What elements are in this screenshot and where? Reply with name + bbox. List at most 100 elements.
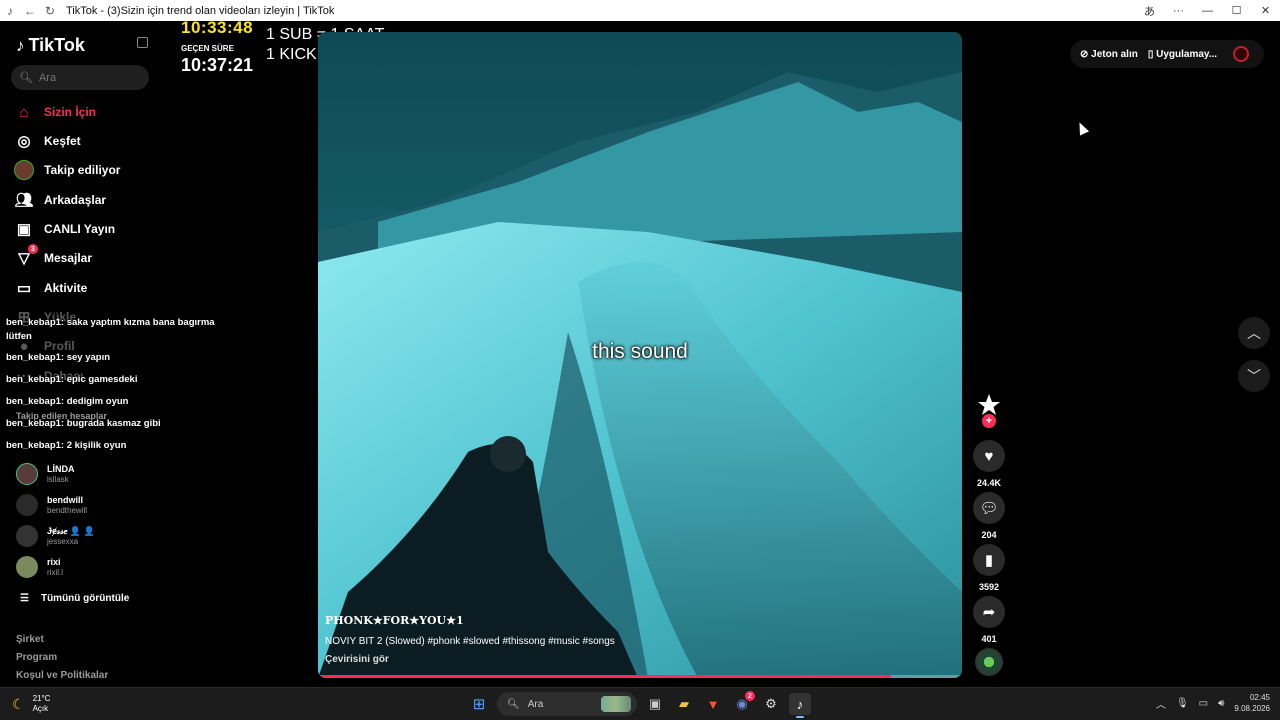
tiktok-note-icon: ♪ — [16, 35, 25, 55]
weather-widget[interactable]: ☾ 21°C Açık — [12, 694, 50, 714]
translate-icon[interactable]: あ — [1135, 3, 1164, 19]
more-icon[interactable]: ··· — [1164, 5, 1193, 17]
see-all-button[interactable]: ☰ Tümünü görüntüle — [20, 593, 129, 604]
account-item[interactable]: Ɉɇ𝓈𝓈𝑒 👤 👤 jessexxa — [16, 525, 95, 547]
share-icon[interactable]: ➦ — [973, 596, 1005, 628]
start-button[interactable]: ⊞ — [468, 693, 490, 715]
chevron-up-icon: ︿ — [1247, 325, 1261, 341]
chat-message: ben_kebap1: epic gamesdeki — [6, 374, 138, 385]
screen: { "browser": { "title": "TikTok - (3)Siz… — [0, 0, 1280, 720]
system-tray: ︿ 🎙︎ ▭ 🔊︎ 02:45 9.08.2026 — [1156, 692, 1270, 714]
avatar — [16, 525, 38, 547]
elapsed-label: GEÇEN SÜRE — [181, 44, 234, 53]
search-bar[interactable]: 🔍︎ — [11, 65, 149, 90]
discord-icon[interactable]: ◉ 2 — [731, 691, 755, 715]
like-count: 24.4K — [976, 478, 1002, 488]
music-disc-icon[interactable] — [975, 648, 1003, 676]
video-caption: this sound — [592, 340, 688, 363]
next-video-button[interactable]: ﹀ — [1238, 360, 1270, 392]
get-coins-button[interactable]: ⊘ Jeton alın — [1080, 49, 1138, 60]
nav-label: CANLI Yayın — [44, 222, 116, 236]
brave-browser-icon[interactable]: ▼ — [702, 693, 724, 715]
account-name: Ɉɇ𝓈𝓈𝑒 👤 👤 — [47, 525, 95, 536]
translate-link[interactable]: Çevirisini gör — [325, 654, 389, 665]
progress-fill — [318, 675, 892, 678]
following-avatar — [14, 160, 34, 180]
share-count: 401 — [981, 634, 997, 644]
nav-label: Profil — [44, 339, 75, 353]
nav-following[interactable]: Takip ediliyor — [14, 158, 120, 182]
nav-for-you[interactable]: ⌂ Sizin İçin — [14, 100, 96, 124]
account-item[interactable]: LİNDA lsllask — [16, 463, 75, 485]
coin-icon: ⊘ — [1080, 48, 1092, 60]
list-icon: ☰ — [20, 593, 29, 604]
share-action[interactable]: ➦ 401 — [972, 596, 1006, 644]
account-handle: bendthewill — [47, 505, 88, 515]
nav-messages[interactable]: ▽ 3 Mesajlar — [14, 244, 93, 270]
avatar — [16, 494, 38, 516]
nav-label: Keşfet — [44, 134, 81, 148]
video-progress[interactable] — [318, 675, 962, 678]
footer-terms[interactable]: Koşul ve Politikalar — [16, 670, 108, 681]
phone-icon: ▯ — [1147, 48, 1157, 60]
video-author[interactable]: PHONK★FOR★YOU★1 — [325, 614, 464, 627]
nav-label: Sizin İçin — [44, 105, 97, 119]
taskbar-search[interactable]: 🔍︎ Ara — [497, 692, 637, 716]
clock[interactable]: 02:45 9.08.2026 — [1234, 692, 1270, 714]
steam-icon[interactable]: ⚙ — [760, 693, 782, 715]
account-name: rixi — [47, 556, 61, 567]
account-item[interactable]: rixi rixil.l — [16, 556, 63, 578]
search-icon: 🔍︎ — [19, 72, 33, 84]
previous-video-button[interactable]: ︿ — [1238, 317, 1270, 349]
tiktok-app-icon[interactable]: ♪ — [789, 693, 811, 718]
back-icon[interactable]: ← — [20, 4, 40, 18]
window-controls: あ ··· — ☐ ✕ — [1135, 0, 1280, 21]
profile-avatar[interactable] — [1233, 46, 1250, 62]
heart-icon[interactable]: ♥ — [973, 440, 1005, 472]
like-action[interactable]: ♥ 24.4K — [972, 440, 1006, 488]
reload-icon[interactable]: ↻ — [40, 4, 60, 18]
collapse-sidebar-icon[interactable] — [137, 37, 148, 48]
close-button[interactable]: ✕ — [1251, 4, 1280, 17]
minimize-button[interactable]: — — [1193, 5, 1222, 17]
comment-action[interactable]: 💬︎ 204 — [972, 492, 1006, 540]
account-item[interactable]: bendwill bendthewill — [16, 494, 87, 516]
video-player[interactable]: this sound PHONK★FOR★YOU★1 NOVIY BIT 2 (… — [318, 32, 962, 678]
nav-live[interactable]: ▣ CANLI Yayın — [14, 217, 115, 241]
speaker-icon[interactable]: 🔊︎ — [1218, 698, 1224, 709]
microphone-icon[interactable]: 🎙︎ — [1176, 698, 1189, 709]
account-handle: jessexxa — [47, 536, 79, 546]
nav-activity[interactable]: ▭ Aktivite — [14, 276, 87, 300]
temperature: 21°C — [32, 694, 51, 703]
current-time: 10:33:48 — [181, 18, 254, 37]
follow-plus-icon[interactable]: + — [982, 414, 996, 428]
chevron-up-icon[interactable]: ︿ — [1156, 696, 1166, 711]
file-explorer-icon[interactable]: ▰ — [673, 693, 695, 715]
comment-icon[interactable]: 💬︎ — [973, 492, 1005, 524]
mouse-cursor — [1074, 120, 1090, 136]
chat-message: ben_kebap1: sey yapın — [6, 352, 111, 363]
nav-label: Takip ediliyor — [44, 163, 121, 177]
footer-company[interactable]: Şirket — [16, 634, 44, 645]
display-icon[interactable]: ▭ — [1199, 698, 1208, 709]
bookmark-icon[interactable]: ▮ — [973, 544, 1005, 576]
tiktok-logo[interactable]: ♪ TikTok — [16, 35, 85, 56]
logo-text: TikTok — [28, 35, 85, 55]
messages-icon: ▽ 3 — [14, 244, 38, 268]
maximize-button[interactable]: ☐ — [1222, 4, 1251, 17]
nav-friends[interactable]: 👥︎ Arkadaşlar — [14, 188, 106, 212]
home-icon: ⌂ — [19, 103, 29, 121]
footer-program[interactable]: Program — [16, 652, 57, 663]
save-count: 3592 — [978, 582, 1000, 592]
time: 02:45 — [1249, 693, 1270, 702]
get-app-button[interactable]: ▯ Uygulamay... — [1148, 49, 1217, 60]
nav-label: Mesajlar — [44, 251, 93, 265]
chat-message: ben_kebap1: saka yaptım kızma bana bagır… — [6, 317, 215, 328]
video-description: NOVIY BIT 2 (Slowed) #phonk #slowed #thi… — [325, 636, 615, 647]
account-handle: rixil.l — [47, 567, 63, 577]
search-input[interactable] — [38, 71, 139, 84]
task-view-icon[interactable]: ▣ — [644, 693, 666, 715]
nav-explore[interactable]: ◎ Keşfet — [14, 129, 81, 153]
save-action[interactable]: ▮ 3592 — [972, 544, 1006, 592]
search-highlight-image — [601, 696, 631, 712]
